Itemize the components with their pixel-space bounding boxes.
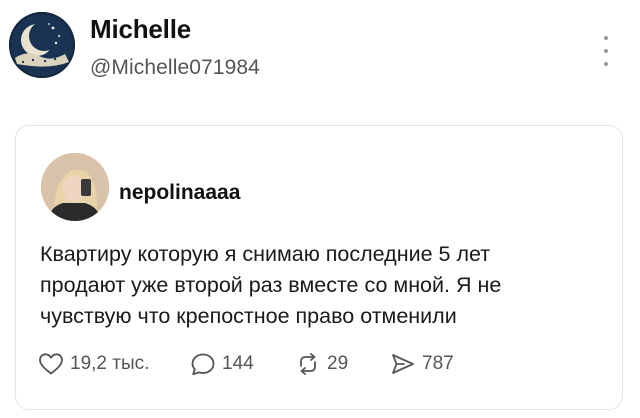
quoted-post-text: Квартиру которую я снимаю последние 5 ле…	[40, 239, 610, 332]
like-count: 19,2 тыс.	[70, 353, 150, 374]
heart-icon	[39, 353, 63, 375]
more-vertical-icon[interactable]	[598, 36, 614, 66]
quoted-user-avatar[interactable]	[41, 153, 109, 221]
dot	[604, 49, 608, 53]
reply-button[interactable]: 144	[190, 352, 254, 376]
author-name[interactable]: Michelle	[90, 14, 191, 45]
post-text-line: чувствую что крепостное право отменили	[40, 304, 457, 328]
author-avatar[interactable]	[9, 12, 75, 78]
quoted-username[interactable]: nepolinaaaa	[119, 181, 240, 205]
author-handle[interactable]: @Michelle071984	[90, 56, 260, 80]
like-button[interactable]: 19,2 тыс.	[38, 352, 149, 376]
post-text-line: Квартиру которую я снимаю последние 5 ле…	[40, 242, 491, 266]
share-count: 787	[422, 353, 454, 374]
share-button[interactable]: 787	[390, 352, 454, 376]
quoted-post-card[interactable]: nepolinaaaa Квартиру которую я снимаю по…	[15, 125, 623, 410]
dot	[604, 62, 608, 66]
reply-count: 144	[222, 353, 254, 374]
repost-count: 29	[327, 353, 349, 374]
post-text-line: продают уже второй раз вместе со мной. Я…	[40, 273, 502, 297]
repost-icon	[300, 353, 316, 375]
dot	[604, 36, 608, 40]
comment-icon	[191, 353, 215, 376]
repost-button[interactable]: 29	[295, 352, 348, 376]
share-icon	[392, 354, 414, 374]
